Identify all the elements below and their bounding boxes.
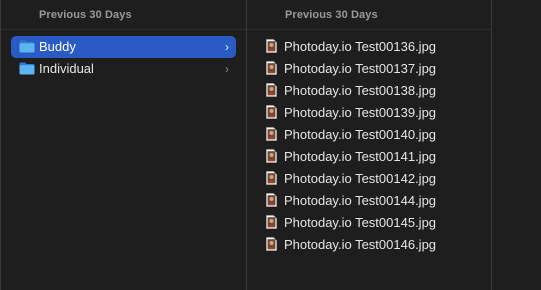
folder-icon: [19, 40, 35, 53]
file-label: Photoday.io Test00145.jpg: [284, 215, 437, 230]
jpg-file-icon: [266, 237, 277, 251]
column-folders[interactable]: Previous 30 Days Buddy › Individual ›: [1, 0, 246, 290]
file-label: Photoday.io Test00146.jpg: [284, 237, 437, 252]
file-label: Photoday.io Test00140.jpg: [284, 127, 437, 142]
header-divider: [1, 29, 246, 30]
folder-label: Buddy: [39, 39, 76, 54]
header-divider: [247, 29, 491, 30]
folder-label: Individual: [39, 61, 94, 76]
file-item[interactable]: Photoday.io Test00144.jpg: [265, 190, 480, 212]
folder-item-buddy[interactable]: Buddy ›: [11, 36, 236, 58]
jpg-file-icon: [266, 149, 277, 163]
jpg-file-icon: [266, 127, 277, 141]
jpg-file-icon: [266, 215, 277, 229]
finder-column-browser: Previous 30 Days Buddy › Individual › Pr…: [0, 0, 541, 290]
section-header: Previous 30 Days: [39, 9, 132, 21]
file-label: Photoday.io Test00142.jpg: [284, 171, 437, 186]
file-item[interactable]: Photoday.io Test00142.jpg: [265, 168, 480, 190]
jpg-file-icon: [266, 39, 277, 53]
file-label: Photoday.io Test00141.jpg: [284, 149, 437, 164]
column-files[interactable]: Previous 30 Days Photoday.io Test00136.j…: [246, 0, 491, 290]
file-label: Photoday.io Test00144.jpg: [284, 193, 437, 208]
file-item[interactable]: Photoday.io Test00146.jpg: [265, 234, 480, 256]
file-item[interactable]: Photoday.io Test00145.jpg: [265, 212, 480, 234]
file-label: Photoday.io Test00139.jpg: [284, 105, 437, 120]
file-item[interactable]: Photoday.io Test00137.jpg: [265, 58, 480, 80]
file-label: Photoday.io Test00137.jpg: [284, 61, 437, 76]
section-header: Previous 30 Days: [285, 9, 378, 21]
column-empty: [491, 0, 541, 290]
file-label: Photoday.io Test00138.jpg: [284, 83, 437, 98]
chevron-right-icon: ›: [225, 62, 229, 76]
file-item[interactable]: Photoday.io Test00140.jpg: [265, 124, 480, 146]
folder-item-individual[interactable]: Individual ›: [11, 58, 236, 80]
jpg-file-icon: [266, 171, 277, 185]
jpg-file-icon: [266, 83, 277, 97]
file-label: Photoday.io Test00136.jpg: [284, 39, 437, 54]
file-item[interactable]: Photoday.io Test00139.jpg: [265, 102, 480, 124]
chevron-right-icon: ›: [225, 40, 229, 54]
file-item[interactable]: Photoday.io Test00136.jpg: [265, 36, 480, 58]
jpg-file-icon: [266, 61, 277, 75]
file-item[interactable]: Photoday.io Test00138.jpg: [265, 80, 480, 102]
jpg-file-icon: [266, 105, 277, 119]
jpg-file-icon: [266, 193, 277, 207]
file-item[interactable]: Photoday.io Test00141.jpg: [265, 146, 480, 168]
folder-icon: [19, 62, 35, 75]
